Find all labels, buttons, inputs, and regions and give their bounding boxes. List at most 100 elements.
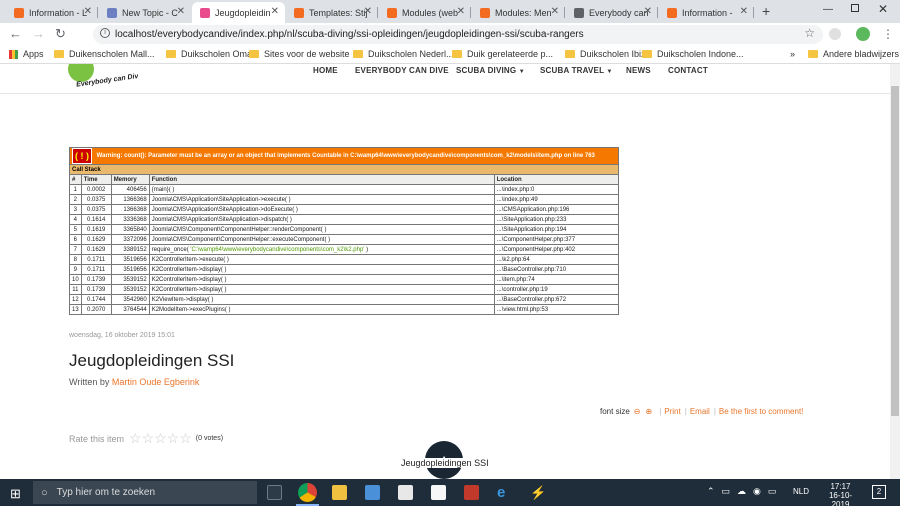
site-nav-item[interactable]: EVERYBODY CAN DIVE xyxy=(355,66,449,75)
search-icon: ○ xyxy=(41,486,48,499)
apps-icon[interactable]: ⚡ xyxy=(530,485,546,500)
mail-icon[interactable] xyxy=(398,485,413,500)
browser-tab[interactable]: Information - ✕ xyxy=(659,2,754,23)
column-header: Location xyxy=(493,174,620,185)
system-tray-icons[interactable]: ⌃▭☁◉▭ xyxy=(707,486,783,497)
bookmark-label: Duikscholen Ibiza xyxy=(580,49,651,59)
table-cell: ...\SiteApplication.php:233 xyxy=(493,214,620,225)
bookmark-item[interactable]: Duikscholen Nederl... xyxy=(353,49,454,59)
browser-tab[interactable]: Everybody can ✕ xyxy=(566,2,658,23)
table-cell: 3519656 xyxy=(110,254,150,265)
browser-tab[interactable]: Information - L ✕ xyxy=(6,2,98,23)
bookmark-item[interactable]: Duikscholen Ibiza xyxy=(565,49,651,59)
info-icon[interactable]: i xyxy=(100,28,110,38)
edge-icon[interactable]: e xyxy=(497,485,512,500)
other-bookmarks-label: Andere bladwijzers xyxy=(823,49,900,59)
tab-close-icon[interactable]: ✕ xyxy=(177,6,185,17)
windows-taskbar: ⊞ ○ Typ hier om te zoeken e ⚡ ⌃▭☁◉▭ NLD … xyxy=(0,479,900,509)
file-explorer-icon[interactable] xyxy=(332,485,347,500)
new-tab-button[interactable]: + xyxy=(762,3,770,19)
minimize-button[interactable]: — xyxy=(823,4,833,15)
table-cell: 406456 xyxy=(110,184,150,195)
bookmark-item[interactable]: Duikenscholen Mall... xyxy=(54,49,155,59)
rating-stars[interactable]: ☆☆☆☆☆ xyxy=(129,430,192,447)
article-byline: Written by Martin Oude Egberink xyxy=(69,377,199,387)
table-row: 8 0.1711 3519656 K2ControllerItem->execute(… xyxy=(69,254,620,265)
tab-close-icon[interactable]: ✕ xyxy=(644,6,652,17)
page-scrollbar[interactable] xyxy=(890,64,900,479)
scrollbar-thumb[interactable] xyxy=(891,86,899,416)
tab-close-icon[interactable]: ✕ xyxy=(740,6,748,17)
table-cell: ...\ComponentHelper.php:402 xyxy=(493,244,620,255)
tab-close-icon[interactable]: ✕ xyxy=(551,6,559,17)
bookmark-item[interactable]: Duik gerelateerde p... xyxy=(452,49,553,59)
table-row: 5 0.1619 3365840 Joomla\CMS\Component\Compo… xyxy=(69,224,620,235)
back-button[interactable]: ← xyxy=(9,26,22,41)
browser-tab[interactable]: Modules: Men ✕ xyxy=(472,2,565,23)
chrome-icon[interactable] xyxy=(298,483,317,502)
store-icon[interactable] xyxy=(365,485,380,500)
url-field[interactable]: i localhost/everybodycandive/index.php/n… xyxy=(93,25,823,44)
site-nav-item[interactable]: HOME xyxy=(313,66,338,75)
table-cell: Joomla\CMS\Component\ComponentHelper::re… xyxy=(148,224,495,235)
tab-title: New Topic - C xyxy=(122,7,178,18)
notification-center-icon[interactable]: 2 xyxy=(872,485,886,499)
clock-date: 16-10-2019 xyxy=(828,491,853,509)
table-cell: 0.0375 xyxy=(80,194,112,205)
comment-link[interactable]: Be the first to comment! xyxy=(719,407,803,416)
table-cell: 3365840 xyxy=(110,224,150,235)
print-link[interactable]: Print xyxy=(664,407,680,416)
browser-tab[interactable]: Templates: Stij ✕ xyxy=(286,2,378,23)
popcorn-icon[interactable] xyxy=(464,485,479,500)
maximize-button[interactable] xyxy=(851,4,859,12)
tab-close-icon[interactable]: ✕ xyxy=(457,6,465,17)
site-nav-item[interactable]: SCUBA DIVING ▼ xyxy=(456,66,525,75)
table-row: 11 0.1739 3539152 K2ControllerItem->display… xyxy=(69,284,620,295)
font-decrease-icon[interactable]: ⊖ xyxy=(634,407,641,416)
tab-favicon-icon xyxy=(294,7,304,18)
bookmarks-overflow-button[interactable]: » xyxy=(790,49,795,59)
reload-button[interactable]: ↻ xyxy=(55,26,66,42)
table-cell: 0.1629 xyxy=(80,234,112,245)
tab-title: Modules (web xyxy=(402,7,459,18)
windows-start-icon[interactable]: ⊞ xyxy=(10,486,21,502)
email-link[interactable]: Email xyxy=(690,407,710,416)
author-link[interactable]: Martin Oude Egberink xyxy=(112,377,200,387)
table-cell: {main}( ) xyxy=(148,184,495,195)
tab-separator xyxy=(753,7,754,18)
forward-button[interactable]: → xyxy=(32,26,45,41)
site-logo[interactable]: Everybody can Dive xyxy=(68,64,138,90)
clock[interactable]: 17:17 16-10-2019 xyxy=(823,482,858,509)
other-bookmarks[interactable]: Andere bladwijzers xyxy=(808,49,899,59)
font-increase-icon[interactable]: ⊕ xyxy=(646,407,653,416)
close-window-button[interactable]: ✕ xyxy=(878,2,888,16)
tab-separator xyxy=(377,7,378,18)
browser-tab[interactable]: Modules (web ✕ xyxy=(379,2,471,23)
bookmark-item[interactable]: Apps xyxy=(9,49,44,59)
davinci-icon[interactable] xyxy=(267,485,282,500)
votes-count: (0 votes) xyxy=(195,435,224,442)
language-indicator[interactable]: NLD xyxy=(793,487,809,496)
bookmark-item[interactable]: Duikscholen Oman xyxy=(166,49,257,59)
site-nav-item[interactable]: CONTACT xyxy=(668,66,708,75)
tab-title: Templates: Stij xyxy=(309,7,368,18)
site-nav-item[interactable]: NEWS xyxy=(626,66,651,75)
article-date: woensdag, 16 oktober 2019 15:01 xyxy=(69,332,175,339)
table-row: 7 0.1629 3389152 require_once( 'C:\wamp64\w… xyxy=(69,244,620,255)
bookmark-star-icon[interactable]: ☆ xyxy=(804,26,815,40)
tab-close-icon[interactable]: ✕ xyxy=(364,6,372,17)
bookmark-label: Duikscholen Oman xyxy=(181,49,258,59)
extension-icon[interactable] xyxy=(829,28,841,40)
browser-tab[interactable]: Jeugdopleidin ✕ xyxy=(192,2,285,23)
bookmark-item[interactable]: Sites voor de website xyxy=(249,49,350,59)
tab-close-icon[interactable]: ✕ xyxy=(84,6,92,17)
profile-avatar[interactable] xyxy=(856,27,870,41)
menu-icon[interactable]: ⋮ xyxy=(882,27,894,41)
notepad-icon[interactable] xyxy=(431,485,446,500)
browser-tab[interactable]: New Topic - C ✕ xyxy=(99,2,191,23)
tab-close-icon[interactable]: ✕ xyxy=(271,6,279,17)
site-nav-item[interactable]: SCUBA TRAVEL ▼ xyxy=(540,66,613,75)
bookmark-label: Duikscholen Nederl... xyxy=(368,49,454,59)
bookmark-item[interactable]: Duikscholen Indone... xyxy=(642,49,744,59)
taskbar-search[interactable]: ○ Typ hier om te zoeken xyxy=(33,481,257,504)
